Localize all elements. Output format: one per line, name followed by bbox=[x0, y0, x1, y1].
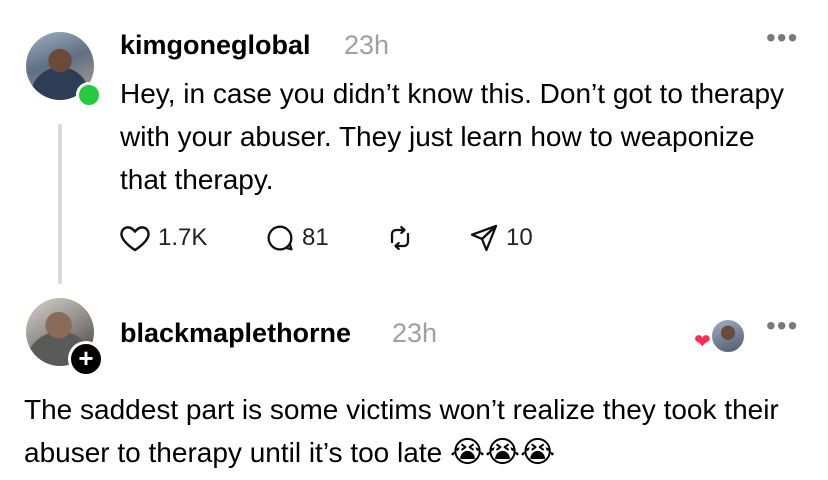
reply-count: 81 bbox=[302, 224, 329, 251]
comment-icon bbox=[264, 222, 296, 254]
reply-author-username[interactable]: blackmaplethorne bbox=[120, 318, 351, 349]
send-icon bbox=[468, 222, 500, 254]
liked-by-author-indicator: ❤ bbox=[694, 318, 746, 354]
heart-icon: ❤ bbox=[694, 331, 711, 353]
follow-plus-button[interactable]: + bbox=[68, 341, 104, 377]
liked-by-avatar bbox=[710, 318, 746, 354]
repost-button[interactable] bbox=[384, 218, 416, 258]
post-text: Hey, in case you didn’t know this. Don’t… bbox=[120, 78, 785, 195]
reply-timestamp: 23h bbox=[392, 318, 438, 348]
reply-button[interactable]: 81 bbox=[264, 218, 329, 258]
crying-emoji-icon: 😭😭😭 bbox=[449, 436, 556, 469]
author-username[interactable]: kimgoneglobal bbox=[120, 30, 311, 61]
repost-icon bbox=[384, 222, 416, 254]
heart-icon bbox=[118, 221, 152, 255]
reply-text-content: The saddest part is some victims won’t r… bbox=[24, 394, 779, 468]
thread-connector-line bbox=[58, 124, 62, 284]
share-button[interactable]: 10 bbox=[468, 218, 533, 258]
share-count: 10 bbox=[506, 224, 533, 251]
post-timestamp: 23h bbox=[344, 30, 390, 60]
reply-text: The saddest part is some victims won’t r… bbox=[24, 388, 814, 474]
online-status-indicator bbox=[76, 82, 102, 108]
like-button[interactable]: 1.7K bbox=[118, 218, 207, 258]
like-count: 1.7K bbox=[158, 224, 208, 251]
more-options-button[interactable]: ••• bbox=[766, 22, 798, 54]
more-options-button[interactable]: ••• bbox=[766, 310, 798, 342]
